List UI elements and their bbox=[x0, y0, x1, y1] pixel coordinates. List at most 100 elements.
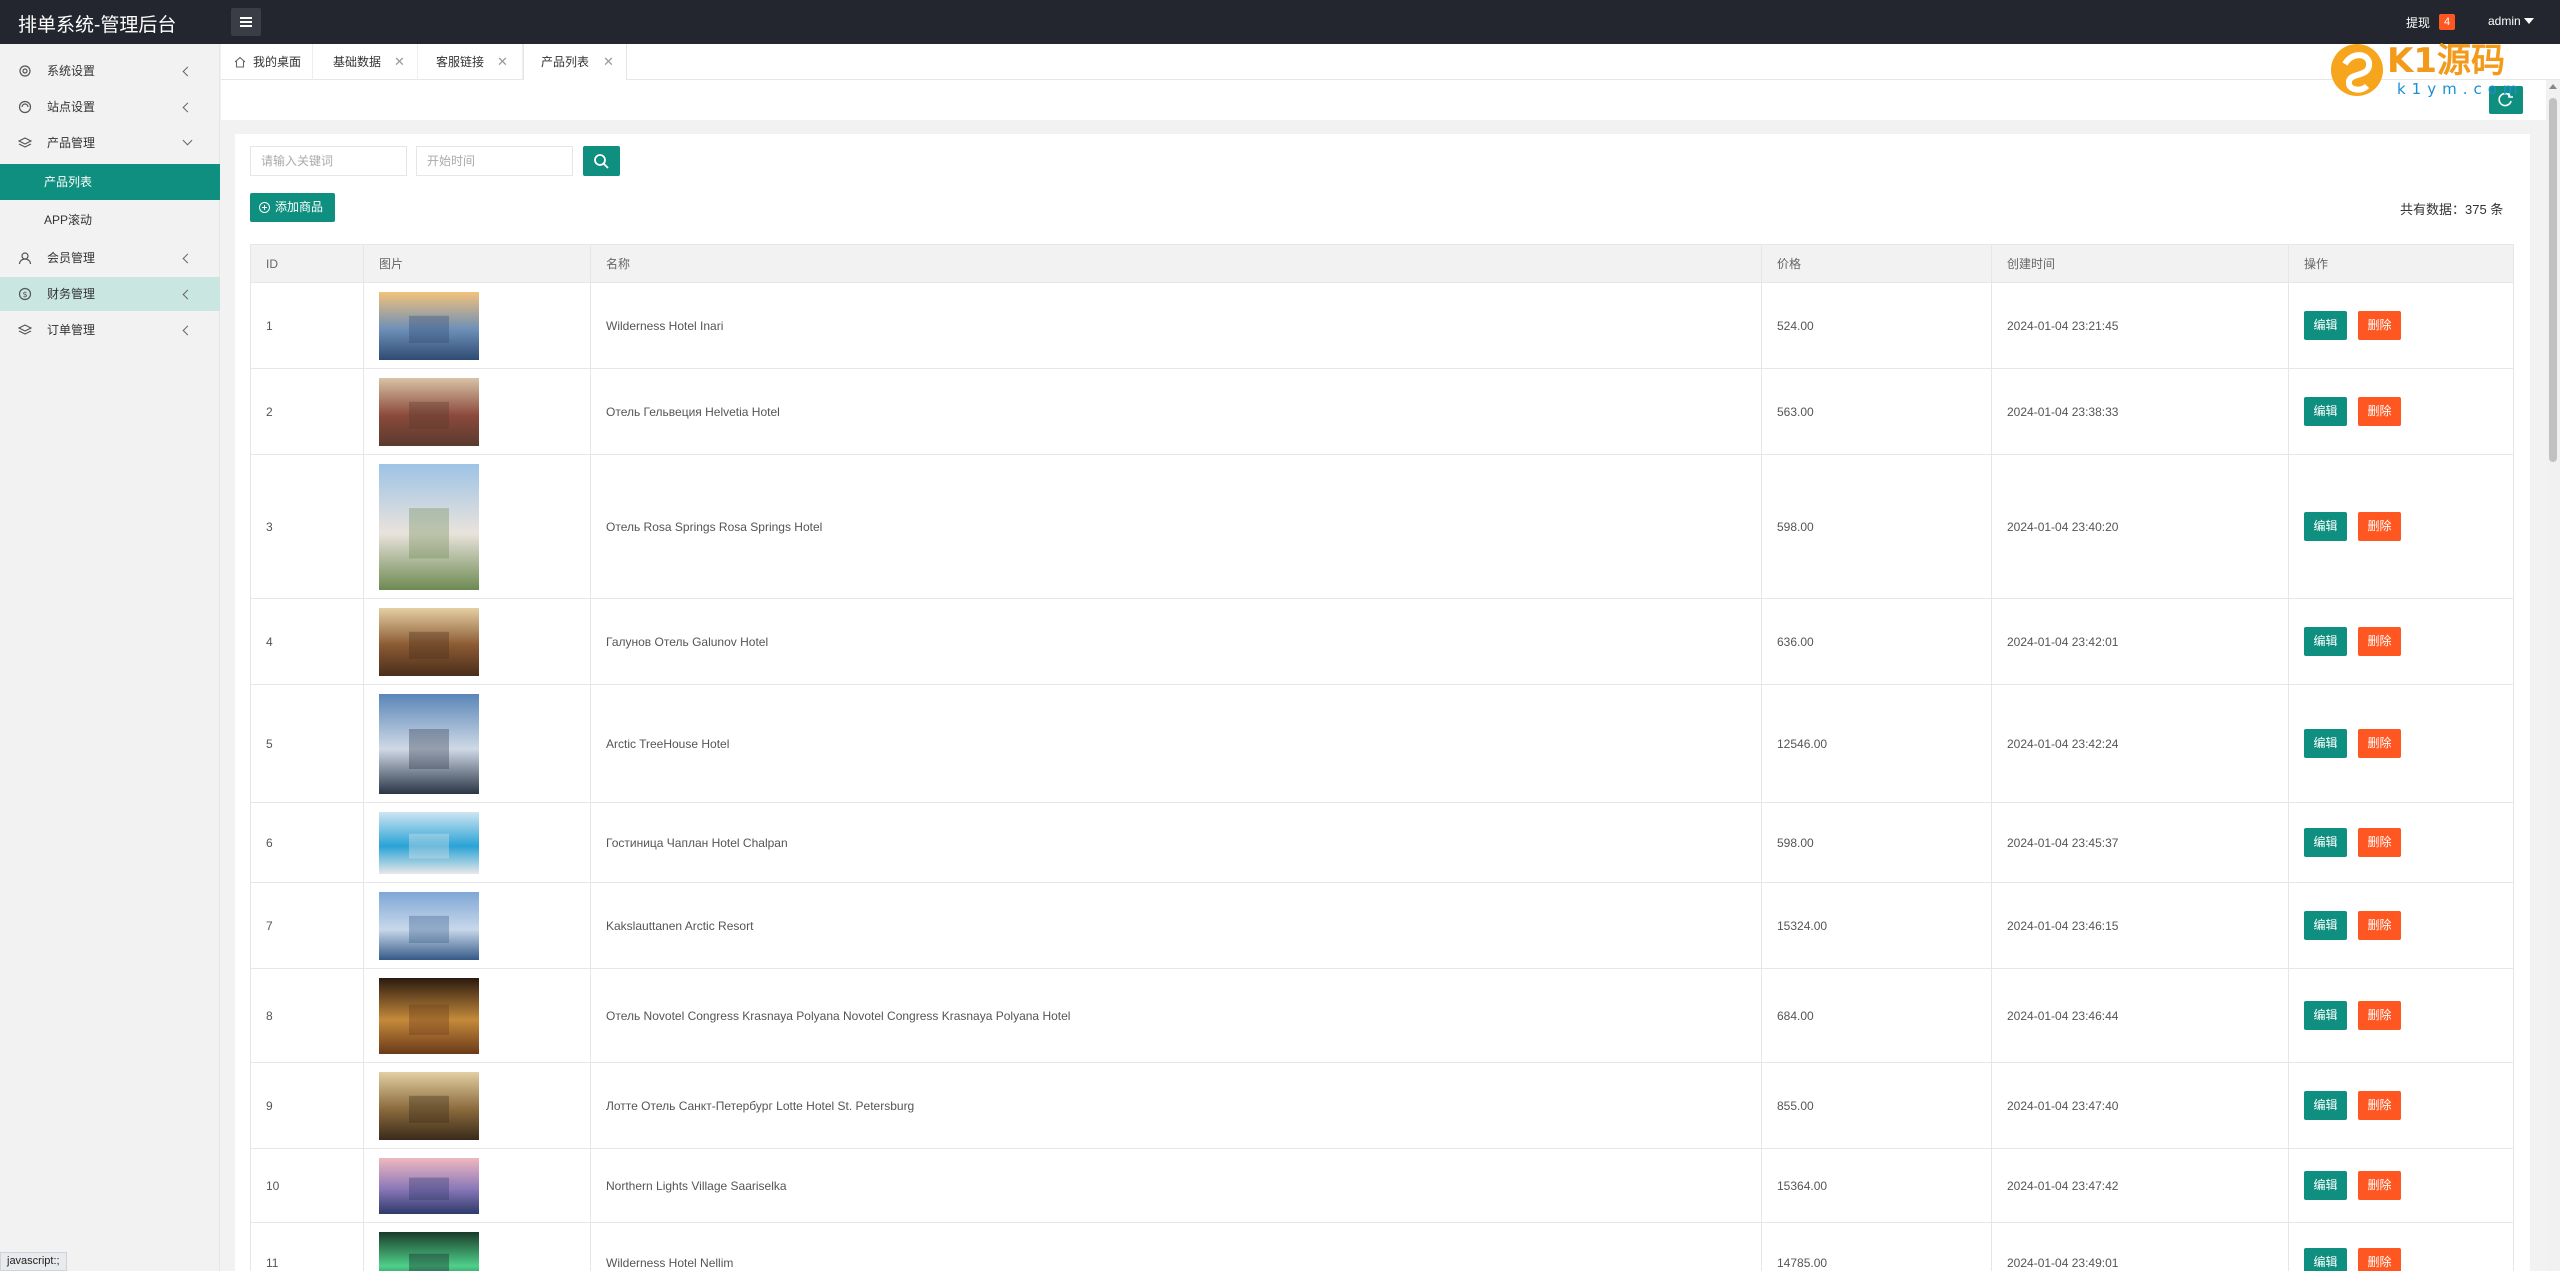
tab-product-list[interactable]: 产品列表 ✕ bbox=[523, 44, 627, 80]
cell-name: Галунов Отель Galunov Hotel bbox=[590, 598, 1762, 685]
product-thumbnail[interactable] bbox=[379, 811, 479, 874]
table-row: 4 Галунов Отель Galunov Hotel 636.00 2024-0… bbox=[250, 598, 2514, 685]
finance-icon: $ bbox=[18, 287, 32, 301]
table-row: 11 Wilderness Hotel Nellim 14785.00 2024-01… bbox=[250, 1222, 2514, 1271]
cell-created: 2024-01-04 23:49:01 bbox=[1991, 1222, 2289, 1271]
edit-button[interactable]: 编辑 bbox=[2304, 512, 2347, 541]
edit-button[interactable]: 编辑 bbox=[2304, 911, 2347, 940]
cell-price: 15364.00 bbox=[1761, 1148, 1992, 1223]
cell-id: 8 bbox=[250, 968, 364, 1063]
sidebar-item-app-scroll[interactable]: APP滚动 bbox=[0, 202, 220, 238]
edit-button[interactable]: 编辑 bbox=[2304, 1001, 2347, 1030]
tab-bar: 我的桌面 基础数据 ✕ 客服链接 ✕ 产品列表 ✕ bbox=[221, 44, 2560, 80]
delete-button[interactable]: 删除 bbox=[2358, 397, 2401, 426]
product-thumbnail[interactable] bbox=[379, 891, 479, 960]
cell-price: 855.00 bbox=[1761, 1062, 1992, 1149]
delete-button[interactable]: 删除 bbox=[2358, 512, 2401, 541]
product-thumbnail[interactable] bbox=[379, 693, 479, 794]
column-header: 价格 bbox=[1761, 244, 1992, 283]
product-thumbnail[interactable] bbox=[379, 377, 479, 446]
column-header: 图片 bbox=[363, 244, 591, 283]
cell-id: 4 bbox=[250, 598, 364, 685]
add-product-button[interactable]: 添加商品 bbox=[250, 193, 335, 222]
close-icon[interactable]: ✕ bbox=[394, 44, 405, 80]
product-thumbnail[interactable] bbox=[379, 291, 479, 360]
cell-name: Гостиница Чаплан Hotel Chalpan bbox=[590, 802, 1762, 883]
tab-basic-data[interactable]: 基础数据 ✕ bbox=[313, 44, 418, 80]
scroll-up-arrow-icon[interactable] bbox=[2549, 84, 2557, 89]
close-icon[interactable]: ✕ bbox=[497, 44, 508, 80]
tab-service-link[interactable]: 客服链接 ✕ bbox=[418, 44, 523, 80]
product-thumbnail[interactable] bbox=[379, 1071, 479, 1140]
site-logo: K1源码 k1ym.com bbox=[2331, 41, 2518, 98]
cell-image bbox=[363, 1148, 591, 1223]
sidebar-item-order-management[interactable]: 订单管理 bbox=[0, 313, 220, 347]
close-icon[interactable]: ✕ bbox=[603, 44, 614, 80]
cell-created: 2024-01-04 23:21:45 bbox=[1991, 282, 2289, 369]
cell-created: 2024-01-04 23:47:40 bbox=[1991, 1062, 2289, 1149]
cell-actions: 编辑 删除 bbox=[2288, 368, 2514, 455]
sidebar-item-site-settings[interactable]: 站点设置 bbox=[0, 90, 220, 124]
cell-name: Arctic TreeHouse Hotel bbox=[590, 684, 1762, 803]
cell-created: 2024-01-04 23:46:15 bbox=[1991, 882, 2289, 969]
table-row: 10 Northern Lights Village Saariselka 1536… bbox=[250, 1148, 2514, 1223]
cell-id: 2 bbox=[250, 368, 364, 455]
product-thumbnail[interactable] bbox=[379, 463, 479, 590]
table-header-row: ID 图片 名称 价格 创建时间 操作 bbox=[250, 244, 2514, 283]
delete-button[interactable]: 删除 bbox=[2358, 1091, 2401, 1120]
sidebar-item-finance-management[interactable]: $ 财务管理 bbox=[0, 277, 220, 311]
product-thumbnail[interactable] bbox=[379, 977, 479, 1054]
plus-circle-icon bbox=[259, 202, 270, 213]
sidebar-item-product-list[interactable]: 产品列表 bbox=[0, 164, 220, 200]
sidebar-item-system-settings[interactable]: 系统设置 bbox=[0, 54, 220, 88]
cell-image bbox=[363, 598, 591, 685]
cell-actions: 编辑 删除 bbox=[2288, 882, 2514, 969]
delete-button[interactable]: 删除 bbox=[2358, 828, 2401, 857]
delete-button[interactable]: 删除 bbox=[2358, 1248, 2401, 1271]
product-thumbnail[interactable] bbox=[379, 607, 479, 676]
edit-button[interactable]: 编辑 bbox=[2304, 1171, 2347, 1200]
edit-button[interactable]: 编辑 bbox=[2304, 1248, 2347, 1271]
tab-my-desktop[interactable]: 我的桌面 bbox=[221, 44, 313, 80]
scrollbar-thumb[interactable] bbox=[2549, 98, 2557, 462]
menu-toggle-button[interactable] bbox=[231, 8, 261, 36]
cell-actions: 编辑 删除 bbox=[2288, 282, 2514, 369]
edit-button[interactable]: 编辑 bbox=[2304, 311, 2347, 340]
delete-button[interactable]: 删除 bbox=[2358, 911, 2401, 940]
product-table: ID 图片 名称 价格 创建时间 操作 1 Wilderness Hotel In… bbox=[250, 244, 2514, 1271]
edit-button[interactable]: 编辑 bbox=[2304, 729, 2347, 758]
cell-image bbox=[363, 282, 591, 369]
product-thumbnail[interactable] bbox=[379, 1231, 479, 1271]
sidebar-item-member-management[interactable]: 会员管理 bbox=[0, 241, 220, 275]
table-row: 1 Wilderness Hotel Inari 524.00 2024-01-04 … bbox=[250, 282, 2514, 369]
cell-name: Wilderness Hotel Inari bbox=[590, 282, 1762, 369]
cell-price: 12546.00 bbox=[1761, 684, 1992, 803]
keyword-search-input[interactable] bbox=[250, 146, 407, 176]
sidebar-item-product-management[interactable]: 产品管理 bbox=[0, 126, 220, 160]
cell-created: 2024-01-04 23:40:20 bbox=[1991, 454, 2289, 599]
search-button[interactable] bbox=[583, 146, 620, 176]
cell-name: Wilderness Hotel Nellim bbox=[590, 1222, 1762, 1271]
delete-button[interactable]: 删除 bbox=[2358, 311, 2401, 340]
delete-button[interactable]: 删除 bbox=[2358, 627, 2401, 656]
cell-image bbox=[363, 968, 591, 1063]
table-row: 5 Arctic TreeHouse Hotel 12546.00 2024-01-0… bbox=[250, 684, 2514, 803]
scrollbar[interactable] bbox=[2546, 80, 2560, 1271]
delete-button[interactable]: 删除 bbox=[2358, 1001, 2401, 1030]
edit-button[interactable]: 编辑 bbox=[2304, 828, 2347, 857]
column-header: 操作 bbox=[2288, 244, 2514, 283]
edit-button[interactable]: 编辑 bbox=[2304, 627, 2347, 656]
cell-image bbox=[363, 802, 591, 883]
delete-button[interactable]: 删除 bbox=[2358, 1171, 2401, 1200]
chevron-left-icon bbox=[182, 66, 193, 77]
start-date-input[interactable] bbox=[416, 146, 573, 176]
cell-image bbox=[363, 454, 591, 599]
edit-button[interactable]: 编辑 bbox=[2304, 397, 2347, 426]
svg-text:$: $ bbox=[23, 290, 28, 299]
product-icon bbox=[18, 137, 32, 148]
cell-price: 14785.00 bbox=[1761, 1222, 1992, 1271]
edit-button[interactable]: 编辑 bbox=[2304, 1091, 2347, 1120]
product-thumbnail[interactable] bbox=[379, 1157, 479, 1214]
delete-button[interactable]: 删除 bbox=[2358, 729, 2401, 758]
sub-header bbox=[221, 80, 2560, 120]
